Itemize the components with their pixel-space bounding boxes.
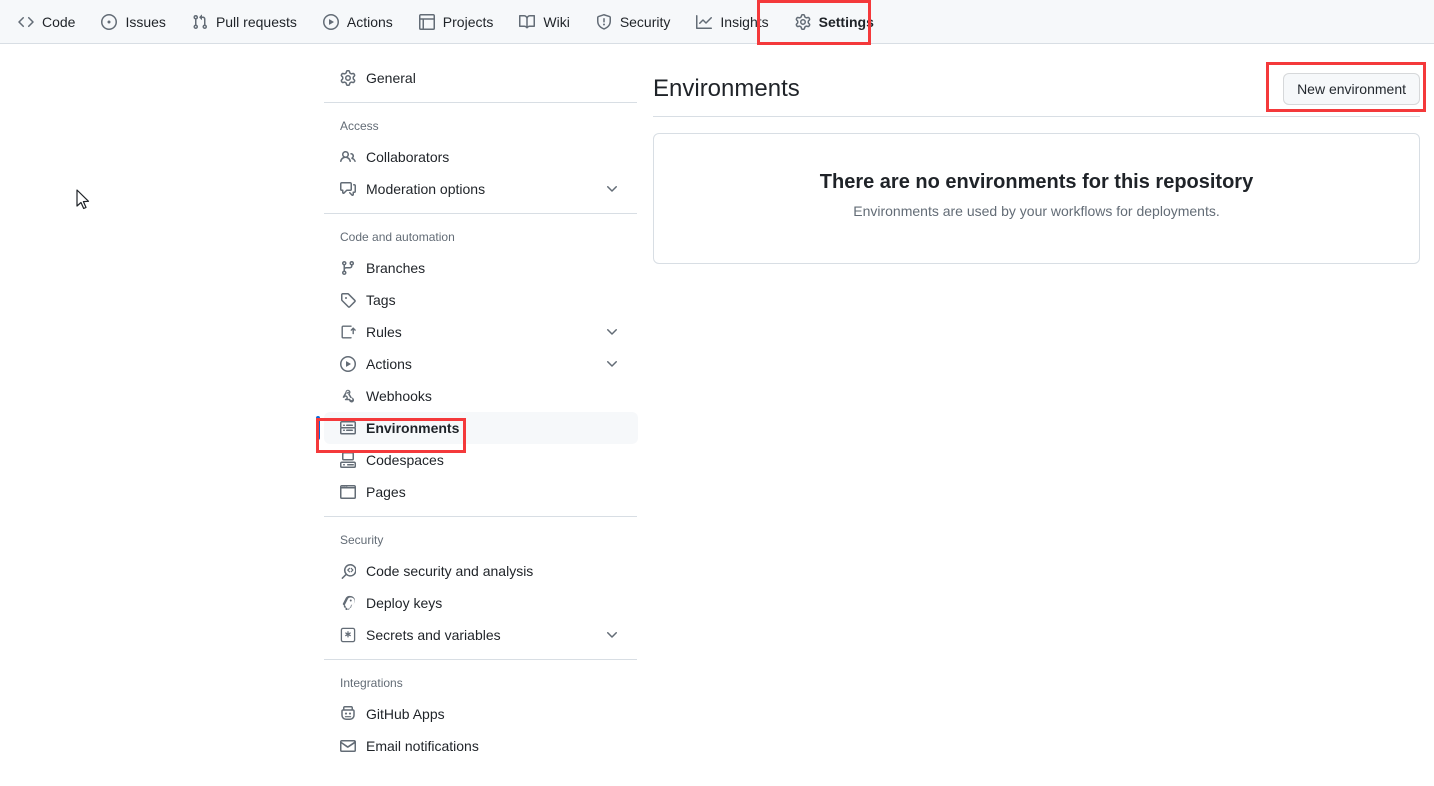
asterisk-box-icon	[340, 627, 356, 643]
git-pull-request-icon	[192, 14, 208, 30]
sidebar-item-general[interactable]: General	[324, 62, 638, 94]
sidebar-item-pages[interactable]: Pages	[324, 476, 638, 508]
chevron-down-icon[interactable]	[604, 627, 620, 643]
rules-icon	[340, 324, 356, 340]
nav-tab-label: Wiki	[543, 13, 570, 30]
shield-icon	[596, 13, 612, 30]
sidebar-item-tags[interactable]: Tags	[324, 284, 638, 316]
sidebar-group-title: Access	[340, 119, 379, 133]
sidebar-item-collaborators[interactable]: Collaborators	[324, 141, 638, 173]
sidebar-divider	[324, 516, 637, 517]
sidebar-item-label: Rules	[366, 324, 402, 340]
table-icon	[418, 13, 435, 30]
tag-icon	[340, 292, 356, 308]
sidebar-item-codespaces[interactable]: Codespaces	[324, 444, 638, 476]
sidebar-item-actions[interactable]: Actions	[324, 348, 638, 380]
sidebar-item-deploy-keys[interactable]: Deploy keys	[324, 587, 638, 619]
key-icon	[340, 595, 356, 611]
nav-tab-label: Projects	[442, 13, 494, 30]
comment-discussion-icon	[340, 181, 356, 197]
sidebar-item-code-security-and-analysis[interactable]: Code security and analysis	[324, 555, 638, 587]
gear-icon	[795, 13, 811, 30]
sidebar-item-label: Code security and analysis	[366, 563, 534, 579]
sidebar-group-title: Code and automation	[340, 230, 455, 244]
sidebar-item-label: General	[366, 70, 416, 86]
main-content: Environments New environment There are n…	[653, 62, 1420, 264]
settings-sidebar: General Access Collaborators Moderation opt…	[316, 62, 638, 762]
sidebar-item-webhooks[interactable]: Webhooks	[324, 380, 638, 412]
sidebar-item-rules[interactable]: Rules	[324, 316, 638, 348]
page-title: Environments	[653, 75, 800, 102]
sidebar-item-label: Moderation options	[366, 181, 486, 197]
webhook-icon	[340, 388, 356, 404]
chevron-down-icon[interactable]	[604, 324, 620, 340]
git-branch-icon	[340, 260, 356, 276]
book-icon	[519, 14, 536, 30]
sidebar-item-label: Deploy keys	[366, 595, 443, 611]
nav-tab-label: Insights	[720, 13, 769, 30]
nav-tab-code[interactable]: Code	[8, 0, 85, 43]
gear-icon	[340, 70, 356, 86]
repository-nav-tabs: Code Issues Pull requests Actions Projects Wi…	[0, 0, 1434, 43]
sidebar-item-label: Actions	[366, 356, 412, 372]
people-icon	[340, 149, 356, 165]
sidebar-item-label: GitHub Apps	[366, 706, 445, 722]
mail-icon	[340, 738, 356, 754]
sidebar-divider	[324, 659, 637, 660]
sidebar-item-label: Branches	[366, 260, 426, 276]
sidebar-divider	[324, 102, 637, 103]
browser-icon	[340, 484, 356, 500]
sidebar-item-label: Collaborators	[366, 149, 450, 165]
chevron-down-icon[interactable]	[604, 356, 620, 372]
nav-tab-label: Code	[42, 13, 76, 30]
sidebar-item-label: Secrets and variables	[366, 627, 501, 643]
new-environment-button[interactable]: New environment	[1283, 73, 1420, 105]
sidebar-group-title: Integrations	[340, 676, 403, 690]
nav-tab-actions[interactable]: Actions	[313, 0, 403, 43]
sidebar-item-github-apps[interactable]: GitHub Apps	[324, 698, 638, 730]
codespaces-icon	[340, 452, 356, 468]
apps-icon	[340, 706, 356, 722]
sidebar-item-label: Email notifications	[366, 738, 479, 754]
graph-icon	[696, 14, 713, 30]
server-icon	[340, 420, 356, 436]
play-icon	[322, 13, 339, 30]
sidebar-item-branches[interactable]: Branches	[324, 252, 638, 284]
nav-tab-label: Pull requests	[215, 13, 297, 30]
nav-tab-settings[interactable]: Settings	[785, 0, 884, 43]
sidebar-item-email-notifications[interactable]: Email notifications	[324, 730, 638, 762]
sidebar-group-title: Security	[340, 533, 384, 547]
page-header: Environments New environment	[653, 62, 1420, 117]
nav-tab-insights[interactable]: Insights	[686, 0, 778, 43]
sidebar-item-label: Pages	[366, 484, 406, 500]
nav-tab-projects[interactable]: Projects	[409, 0, 504, 43]
sidebar-item-label: Codespaces	[366, 452, 444, 468]
empty-state-heading: There are no environments for this repos…	[819, 171, 1254, 193]
nav-tab-issues[interactable]: Issues	[91, 0, 175, 43]
nav-tab-wiki[interactable]: Wiki	[509, 0, 579, 43]
codescan-icon	[340, 563, 356, 579]
repository-nav-bar: Code Issues Pull requests Actions Projects Wi…	[0, 0, 1434, 44]
empty-state-description: Environments are used by your workflows …	[853, 203, 1220, 219]
sidebar-divider	[324, 213, 637, 214]
sidebar-item-label: Environments	[366, 420, 460, 436]
code-icon	[18, 14, 34, 30]
sidebar-item-moderation-options[interactable]: Moderation options	[324, 173, 638, 205]
issue-opened-icon	[101, 13, 118, 30]
nav-tab-label: Actions	[346, 13, 393, 30]
chevron-down-icon[interactable]	[604, 181, 620, 197]
nav-tab-pull-requests[interactable]: Pull requests	[182, 0, 307, 43]
nav-tab-security[interactable]: Security	[586, 0, 681, 43]
play-icon	[340, 356, 356, 372]
sidebar-item-secrets-and-variables[interactable]: Secrets and variables	[324, 619, 638, 651]
environments-empty-state-card: There are no environments for this repos…	[653, 133, 1420, 264]
sidebar-item-environments[interactable]: Environments	[316, 412, 638, 444]
sidebar-item-label: Webhooks	[366, 388, 432, 404]
mouse-cursor	[76, 189, 90, 210]
nav-tab-label: Settings	[818, 13, 874, 30]
sidebar-item-label: Tags	[366, 292, 396, 308]
nav-tab-label: Security	[619, 13, 671, 30]
nav-tab-label: Issues	[125, 13, 166, 30]
